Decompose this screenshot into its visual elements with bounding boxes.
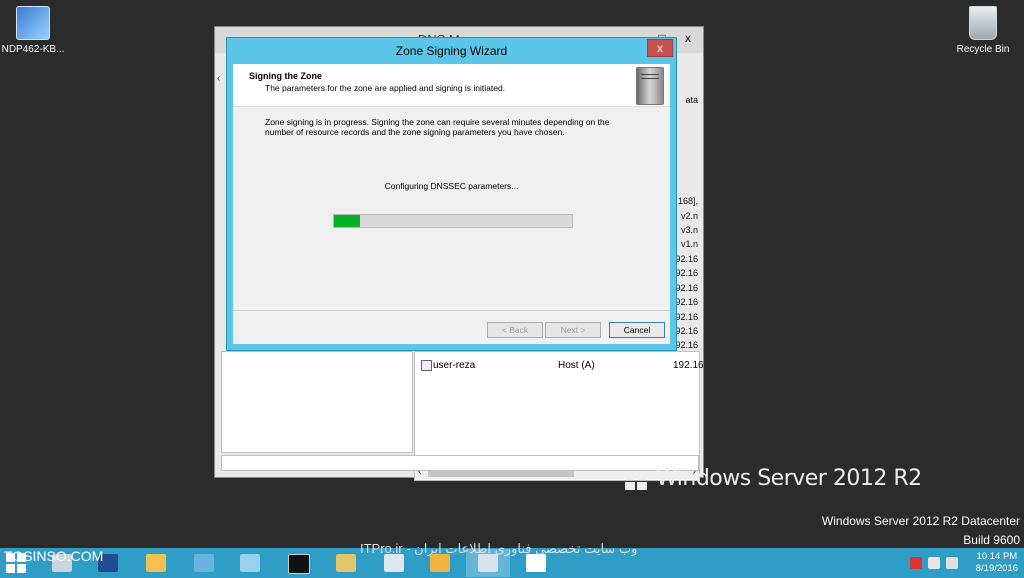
desktop-icon-label: NDP462-KB... [1,44,65,55]
close-button[interactable]: x [675,29,701,47]
data-cell: 92.16 [675,297,698,307]
data-cell: 92.16 [675,254,698,264]
record-name: user-reza [433,360,476,371]
taskbar-control-panel[interactable] [228,549,272,577]
notification-flag-icon[interactable] [910,557,922,569]
data-cell: 92.16 [675,283,698,293]
data-cell: 92.16 [675,326,698,336]
installer-icon [16,6,50,40]
next-button[interactable]: Next > [545,322,601,338]
clock-date: 8/19/2016 [975,563,1018,574]
record-data: 192.16 [673,360,704,371]
os-edition: Windows Server 2012 R2 Datacenter [821,514,1020,528]
divider [233,310,670,311]
watermark-left: TOSINSO.COM [4,548,104,564]
os-build: Build 9600 [963,533,1020,547]
wizard-header: Signing the Zone The parameters for the … [233,64,670,107]
wizard-title: Zone Signing Wizard [395,44,508,58]
cmd-icon [288,554,310,574]
desktop-icon-recycle-bin[interactable]: Recycle Bin [948,6,1018,55]
zone-signing-wizard: Zone Signing Wizard x Signing the Zone T… [226,37,677,351]
recycle-bin-icon [969,6,997,40]
progress-status-text: Configuring DNSSEC parameters... [384,181,519,191]
data-cell: 92.16 [675,312,698,322]
desktop-icon-ndp462[interactable]: NDP462-KB... [0,6,68,55]
clock[interactable]: 10:14 PM 8/19/2016 [976,551,1018,575]
data-cell: 92.16 [675,340,698,350]
cancel-button[interactable]: Cancel [609,322,665,338]
data-cell: v3.n [680,225,698,235]
wizard-body: Signing the Zone The parameters for the … [233,64,670,344]
server-icon [636,67,664,105]
network-status-icon[interactable] [928,557,940,569]
nav-back-glyph[interactable]: ‹ [217,73,220,84]
record-type: Host (A) [558,360,595,371]
windows-logo-icon [625,472,648,490]
wizard-page-subtitle: The parameters for the zone are applied … [265,83,506,93]
clock-time: 10:14 PM [976,551,1018,562]
record-icon [421,360,432,371]
archive-icon [336,554,356,572]
data-cell: 92.16 [675,268,698,278]
explorer-icon [194,554,214,572]
progress-bar [333,214,573,228]
os-brand-text: Windows Server 2012 R2 [656,466,922,491]
status-bar [221,455,699,471]
desktop-icon-label: Recycle Bin [956,44,1010,55]
wizard-description: Zone signing is in progress. Signing the… [265,117,610,137]
control-panel-icon [240,554,260,572]
volume-icon[interactable] [946,557,958,569]
taskbar-file-explorer[interactable] [134,549,178,577]
taskbar-explorer-2[interactable] [182,549,226,577]
system-tray: 10:14 PM 8/19/2016 [884,548,1024,578]
console-tree-pane[interactable] [221,351,413,453]
column-header-data[interactable]: ata [685,95,698,105]
wizard-close-button[interactable]: x [647,39,673,57]
back-button[interactable]: < Back [487,322,543,338]
data-cell: v1.n [680,239,698,249]
taskbar-cmd[interactable] [276,549,320,577]
wizard-titlebar: Zone Signing Wizard x [227,38,676,63]
data-cell: 168], [677,196,698,206]
data-cell: v2.n [680,211,698,221]
watermark-center: ITPro.ir - وب سایت تخصصی فناوری اطلاعات … [360,541,638,556]
folder-icon [146,554,166,572]
progress-fill [334,215,361,227]
wizard-page-title: Signing the Zone [249,71,322,81]
